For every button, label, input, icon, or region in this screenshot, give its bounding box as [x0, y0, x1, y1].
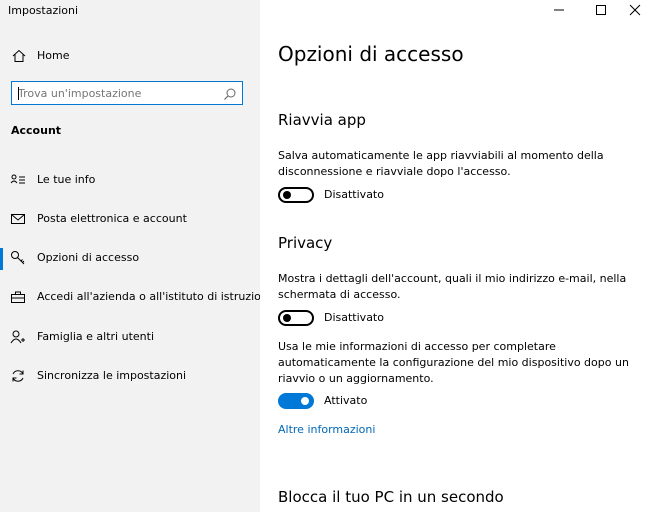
sidebar-item-home-label: Home: [37, 49, 70, 62]
sidebar-item-work-school[interactable]: Accedi all'azienda o all'istituto di ist…: [0, 278, 275, 317]
sidebar-item-family[interactable]: Famiglia e altri utenti: [0, 318, 260, 357]
sidebar-item-label: Sincronizza le impostazioni: [37, 369, 187, 382]
sidebar-item-label: Opzioni di accesso: [37, 251, 140, 264]
show-details-description: Mostra i dettagli dell'account, quali il…: [278, 272, 627, 301]
sidebar-item-sign-in-options[interactable]: Opzioni di accesso: [0, 239, 260, 278]
home-icon: [11, 48, 27, 64]
add-person-icon: [10, 329, 26, 345]
maximize-icon: [596, 5, 606, 15]
sidebar-item-label: Accedi all'azienda o all'istituto di ist…: [37, 290, 275, 303]
person-card-icon: [10, 172, 26, 188]
restart-apps-description: Salva automaticamente le app riavviabili…: [278, 149, 604, 178]
minimize-icon: [554, 9, 564, 11]
sidebar-item-email-accounts[interactable]: Posta elettronica e account: [0, 200, 260, 239]
sidebar-item-label: Famiglia e altri utenti: [37, 330, 155, 343]
sidebar-item-label: Posta elettronica e account: [37, 212, 187, 225]
main-content: Opzioni di accesso Riavvia app Salva aut…: [260, 0, 650, 512]
section-heading-privacy: Privacy: [278, 234, 333, 252]
close-icon: [629, 4, 641, 16]
briefcase-icon: [10, 289, 26, 305]
sync-icon: [10, 368, 26, 384]
search-box[interactable]: [11, 81, 243, 105]
restart-apps-toggle[interactable]: [278, 187, 314, 203]
show-details-toggle[interactable]: [278, 310, 314, 326]
more-info-link[interactable]: Altre informazioni: [278, 423, 375, 436]
search-input[interactable]: [14, 84, 228, 102]
use-signin-info-toggle-state: Attivato: [324, 394, 368, 407]
toggle-knob: [283, 191, 291, 199]
text-caret: [18, 87, 19, 100]
minimize-button[interactable]: [536, 0, 582, 20]
page-title: Opzioni di accesso: [278, 42, 464, 66]
sidebar-item-sync[interactable]: Sincronizza le impostazioni: [0, 357, 260, 396]
key-icon: [10, 250, 26, 266]
show-details-toggle-state: Disattivato: [324, 311, 384, 324]
sidebar-item-home[interactable]: Home: [0, 40, 260, 72]
section-heading-restart-apps: Riavvia app: [278, 111, 366, 129]
mail-icon: [10, 211, 26, 227]
use-signin-info-toggle[interactable]: [278, 393, 314, 409]
toggle-knob: [301, 397, 309, 405]
restart-apps-toggle-state: Disattivato: [324, 188, 384, 201]
toggle-knob: [283, 314, 291, 322]
sidebar-item-your-info[interactable]: Le tue info: [0, 161, 260, 200]
section-heading-lock-pc: Blocca il tuo PC in un secondo: [278, 488, 504, 506]
section-label-account: Account: [11, 124, 62, 137]
use-signin-info-description: Usa le mie informazioni di accesso per c…: [278, 340, 629, 385]
window-title: Impostazioni: [8, 4, 79, 17]
close-button[interactable]: [612, 0, 650, 20]
search-icon[interactable]: [223, 86, 237, 100]
sidebar: Impostazioni Home Account Le tue info Po…: [0, 0, 275, 512]
sidebar-item-label: Le tue info: [37, 173, 96, 186]
